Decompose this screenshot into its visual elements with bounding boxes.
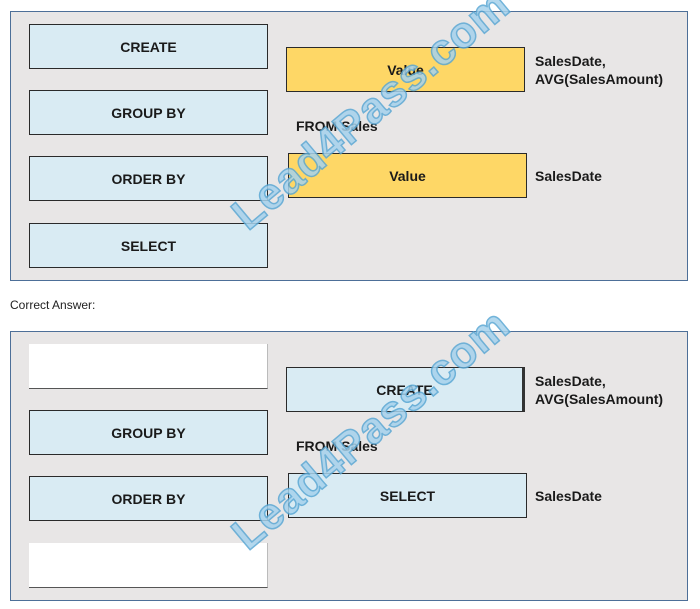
- column-list-line-2: AVG(SalesAmount): [535, 71, 664, 87]
- answer-panel: GROUP BY ORDER BY CREATE SalesDate, AVG(…: [10, 331, 688, 601]
- source-option-group-by[interactable]: GROUP BY: [29, 90, 268, 135]
- target-slot-1[interactable]: Value: [286, 47, 525, 92]
- column-list-line-1: SalesDate,: [535, 53, 606, 69]
- column-list-line-2: AVG(SalesAmount): [535, 391, 664, 407]
- column-list-label: SalesDate, AVG(SalesAmount): [535, 52, 663, 88]
- target-slot-1[interactable]: CREATE: [286, 367, 525, 412]
- order-column-label: SalesDate: [535, 488, 602, 504]
- source-option-create[interactable]: CREATE: [29, 24, 268, 69]
- source-option-order-by[interactable]: ORDER BY: [29, 156, 268, 201]
- source-option-order-by[interactable]: ORDER BY: [29, 476, 268, 521]
- target-slot-2[interactable]: SELECT: [288, 473, 527, 518]
- from-clause-label: FROM Sales: [296, 118, 378, 134]
- source-slot-empty-2[interactable]: [29, 543, 268, 588]
- correct-answer-caption: Correct Answer:: [10, 298, 96, 312]
- order-column-label: SalesDate: [535, 168, 602, 184]
- source-slot-empty-1[interactable]: [29, 344, 268, 389]
- question-panel: CREATE GROUP BY ORDER BY SELECT Value Sa…: [10, 11, 688, 281]
- source-option-select[interactable]: SELECT: [29, 223, 268, 268]
- column-list-line-1: SalesDate,: [535, 373, 606, 389]
- target-slot-2[interactable]: Value: [288, 153, 527, 198]
- source-option-group-by[interactable]: GROUP BY: [29, 410, 268, 455]
- column-list-label: SalesDate, AVG(SalesAmount): [535, 372, 663, 408]
- from-clause-label: FROM Sales: [296, 438, 378, 454]
